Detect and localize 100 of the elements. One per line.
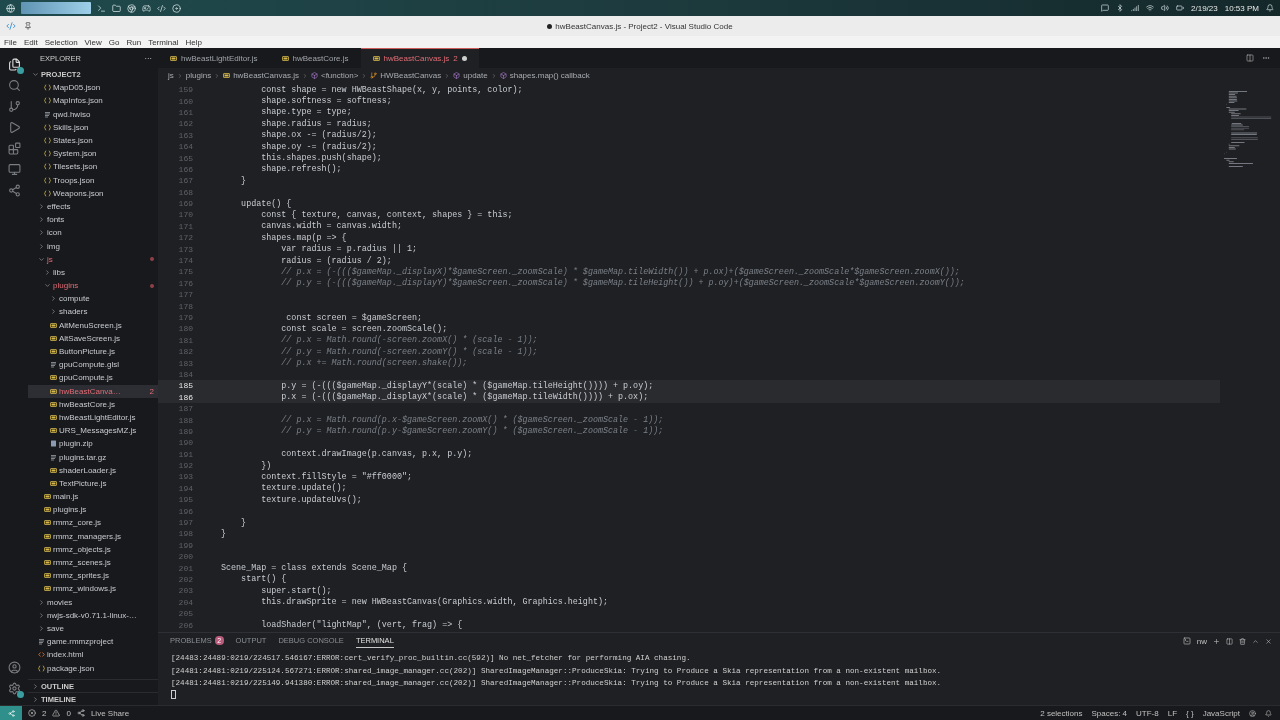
breadcrumb[interactable]: plugins [185, 71, 212, 80]
folder-row[interactable]: compute [28, 292, 158, 306]
terminal-selector[interactable]: nw [1196, 636, 1207, 646]
explorer-row[interactable]: Skills.json [28, 120, 158, 134]
explorer-row[interactable]: rmmz_windows.js [28, 582, 158, 596]
split-editor-icon[interactable] [1246, 54, 1254, 62]
wifi-icon[interactable] [1146, 4, 1155, 12]
remote-button[interactable] [0, 705, 22, 720]
gamepad-icon[interactable] [142, 3, 151, 13]
folder-row[interactable]: movies [28, 595, 158, 609]
folder-row[interactable]: img [28, 239, 158, 253]
explorer-row[interactable]: AltSaveScreen.js [28, 331, 158, 345]
explorer-row[interactable]: index.html [28, 648, 158, 662]
explorer-row[interactable]: plugins.js [28, 503, 158, 517]
chevron-up-icon[interactable] [1252, 637, 1259, 645]
breadcrumb[interactable]: HWBeastCanvas [380, 71, 442, 80]
status-item[interactable]: 2 selections [1040, 708, 1083, 718]
battery-icon[interactable] [1176, 4, 1185, 12]
bell-icon[interactable] [1266, 4, 1274, 12]
explorer-row[interactable]: rmmz_sprites.js [28, 569, 158, 583]
plus-icon[interactable] [1213, 637, 1220, 645]
status-item[interactable]: LF [1167, 708, 1178, 718]
breadcrumb[interactable]: hwBeastCanvas.js [233, 71, 299, 80]
warning-count[interactable]: 0 [66, 708, 71, 718]
pin-icon[interactable] [24, 22, 32, 30]
explorer-row[interactable]: Troops.json [28, 173, 158, 187]
explorer-row[interactable]: Weapons.json [28, 186, 158, 200]
explorer-row[interactable]: URS_MessagesMZ.js [28, 424, 158, 438]
live-share-button[interactable]: Live Share [90, 708, 130, 718]
explorer-row[interactable]: rmmz_objects.js [28, 542, 158, 556]
explorer-row[interactable]: plugins.tar.gz [28, 450, 158, 464]
explorer-row[interactable]: plugin.zip [28, 437, 158, 451]
volume-icon[interactable] [1161, 4, 1170, 12]
bluetooth-icon[interactable] [1116, 4, 1125, 12]
explorer-row[interactable]: MapInfos.json [28, 94, 158, 108]
folder-row[interactable]: plugins [28, 279, 158, 293]
folder-row[interactable]: nwjs-sdk-v0.71.1-linux-… [28, 608, 158, 622]
menu-item[interactable]: Help [185, 37, 202, 47]
account-icon[interactable] [1249, 709, 1256, 717]
chat-icon[interactable] [1101, 4, 1110, 12]
explorer-row[interactable]: rmmz_managers.js [28, 529, 158, 543]
share-icon [76, 709, 85, 717]
split-icon[interactable] [1226, 637, 1233, 645]
status-item[interactable]: { } [1186, 708, 1194, 718]
menu-item[interactable]: Edit [23, 37, 38, 47]
explorer-row[interactable]: ButtonPicture.js [28, 344, 158, 359]
explorer-row[interactable]: MapD05.json [28, 81, 158, 95]
explorer-row[interactable]: qwd.hwiso [28, 107, 158, 121]
search-field[interactable] [21, 2, 91, 14]
braces-icon [44, 163, 51, 171]
folder-row[interactable]: icon [28, 226, 158, 240]
menu-item[interactable]: Selection [44, 37, 78, 47]
folder-row[interactable]: fonts [28, 213, 158, 227]
menu-item[interactable]: Go [108, 37, 120, 47]
folder-icon[interactable] [112, 3, 121, 13]
close-icon[interactable] [1265, 637, 1272, 645]
disc-icon[interactable] [172, 3, 181, 13]
explorer-row[interactable]: TextPicture.js [28, 476, 158, 490]
breadcrumb[interactable]: <function> [320, 71, 359, 80]
folder-row[interactable]: save [28, 621, 158, 636]
explorer-row[interactable]: rmmz_scenes.js [28, 555, 158, 570]
explorer-row[interactable]: hwBeastCore.js [28, 397, 158, 411]
error-count[interactable]: 2 [42, 708, 47, 718]
line-number: 190 [177, 438, 193, 448]
explorer-row[interactable]: States.json [28, 133, 158, 148]
explorer-row[interactable]: Tilesets.json [28, 160, 158, 174]
code-icon[interactable] [157, 3, 166, 13]
signal-icon[interactable] [1131, 4, 1140, 12]
menu-item[interactable]: View [84, 37, 102, 47]
menu-item[interactable]: Run [126, 37, 142, 47]
explorer-row[interactable]: hwBeastCanva… 2 [28, 384, 158, 398]
breadcrumb[interactable]: update [463, 71, 488, 80]
explorer-row[interactable]: AltMenuScreen.js [28, 318, 158, 332]
menu-item[interactable]: Terminal [148, 37, 179, 47]
terminal-icon[interactable] [97, 3, 106, 13]
bell-icon[interactable] [1265, 709, 1272, 717]
explorer-row[interactable]: System.json [28, 147, 158, 161]
explorer-row[interactable]: gpuCompute.glsl [28, 358, 158, 372]
explorer-row[interactable]: package.json [28, 661, 158, 675]
trash-icon[interactable] [1239, 637, 1246, 645]
browser-icon[interactable] [127, 3, 136, 13]
status-item[interactable]: Spaces: 4 [1091, 708, 1128, 718]
folder-row[interactable]: effects [28, 199, 158, 214]
menu-item[interactable]: File [4, 37, 17, 47]
folder-row[interactable]: shaders [28, 305, 158, 319]
breadcrumb[interactable]: js [168, 71, 174, 80]
editor-tab[interactable]: hwBeastCanvas.js 2 [360, 48, 479, 68]
explorer-row[interactable]: main.js [28, 490, 158, 504]
explorer-row[interactable]: game.rmmzproject [28, 635, 158, 649]
folder-row[interactable]: js [28, 252, 158, 266]
explorer-row[interactable]: shaderLoader.js [28, 463, 158, 477]
globe-icon[interactable] [6, 3, 15, 13]
more-icon[interactable] [1262, 54, 1270, 62]
status-item[interactable]: UTF-8 [1136, 708, 1159, 718]
explorer-row[interactable]: rmmz_core.js [28, 516, 158, 530]
breadcrumb[interactable]: shapes.map() callback [509, 71, 590, 80]
folder-row[interactable]: libs [28, 265, 158, 279]
explorer-row[interactable]: gpuCompute.js [28, 371, 158, 385]
status-item[interactable]: JavaScript [1202, 708, 1240, 718]
explorer-row[interactable]: hwBeastLightEditor.js [28, 410, 158, 425]
